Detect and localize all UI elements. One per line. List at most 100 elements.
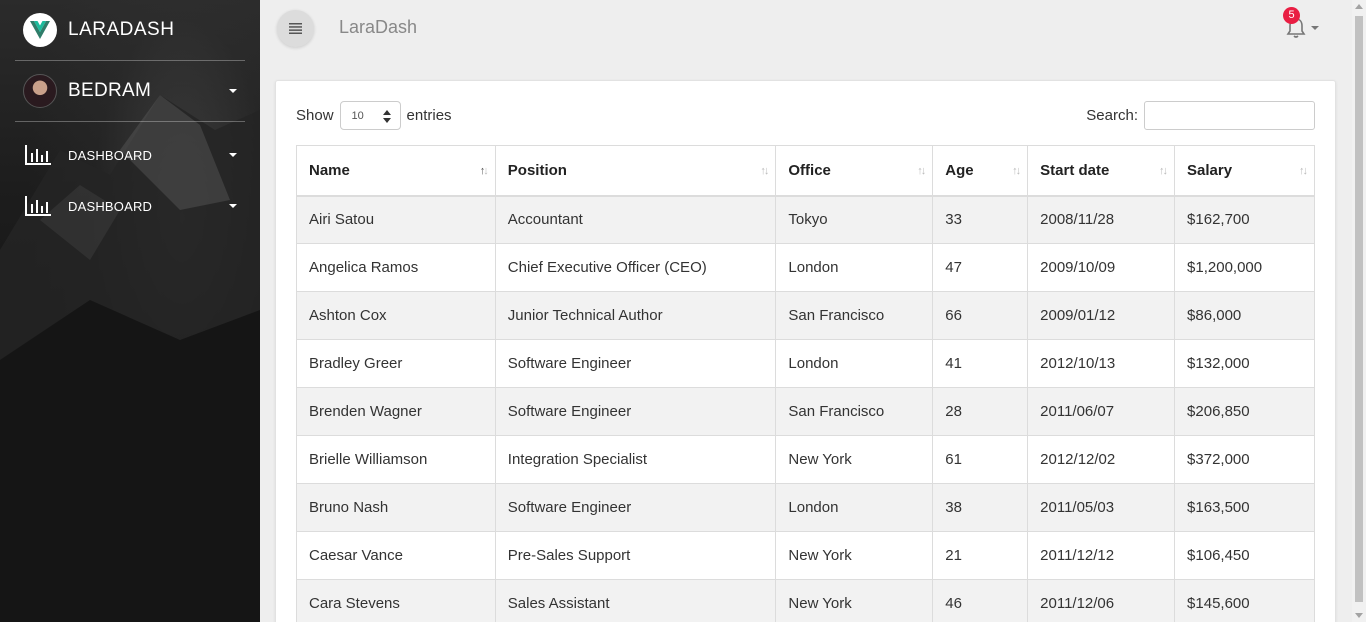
page-title: LaraDash bbox=[339, 17, 418, 37]
cell-position: Integration Specialist bbox=[494, 435, 777, 484]
cell-start-date: 2011/05/03 bbox=[1027, 483, 1176, 532]
cell-name: Brenden Wagner bbox=[296, 387, 496, 436]
caret-down-icon bbox=[229, 153, 237, 157]
cell-start-date: 2011/06/07 bbox=[1027, 387, 1176, 436]
sort-icon: ↑↓ bbox=[917, 165, 926, 177]
brand[interactable]: LARADASH bbox=[15, 0, 245, 61]
sort-icon: ↑↓ bbox=[479, 165, 489, 177]
table-row[interactable]: Cara Stevens Sales Assistant New York 46… bbox=[296, 579, 1315, 622]
cell-position: Chief Executive Officer (CEO) bbox=[494, 243, 777, 292]
cell-salary: $206,850 bbox=[1174, 387, 1315, 436]
table-body: Airi Satou Accountant Tokyo 33 2008/11/2… bbox=[296, 195, 1315, 622]
cell-salary: $132,000 bbox=[1174, 339, 1315, 388]
table-row[interactable]: Airi Satou Accountant Tokyo 33 2008/11/2… bbox=[296, 195, 1315, 244]
brand-name: LARADASH bbox=[68, 19, 175, 40]
entries-length-control: Show 10 entries bbox=[296, 101, 452, 130]
scroll-up-arrow-icon[interactable] bbox=[1355, 4, 1363, 9]
cell-age: 28 bbox=[932, 387, 1029, 436]
cell-office: New York bbox=[775, 531, 934, 580]
cell-salary: $1,200,000 bbox=[1174, 243, 1315, 292]
sidebar-item-label: DASHBOARD bbox=[68, 198, 153, 214]
cell-position: Software Engineer bbox=[494, 339, 777, 388]
cell-salary: $106,450 bbox=[1174, 531, 1315, 580]
table-row[interactable]: Brielle Williamson Integration Specialis… bbox=[296, 435, 1315, 484]
cell-start-date: 2008/11/28 bbox=[1027, 195, 1176, 244]
cell-start-date: 2011/12/12 bbox=[1027, 531, 1176, 580]
cell-position: Software Engineer bbox=[494, 483, 777, 532]
cell-position: Software Engineer bbox=[494, 387, 777, 436]
search-input[interactable] bbox=[1144, 101, 1315, 130]
data-table: Name ↑↓ Position ↑↓ Office ↑↓ Age ↑↓ Sta… bbox=[296, 145, 1315, 622]
bar-chart-icon bbox=[25, 145, 51, 165]
caret-down-icon bbox=[229, 204, 237, 208]
cell-name: Brielle Williamson bbox=[296, 435, 496, 484]
table-row[interactable]: Bruno Nash Software Engineer London 38 2… bbox=[296, 483, 1315, 532]
cell-name: Airi Satou bbox=[296, 195, 496, 244]
column-header-position[interactable]: Position ↑↓ bbox=[494, 145, 777, 197]
cell-name: Bradley Greer bbox=[296, 339, 496, 388]
cell-age: 46 bbox=[932, 579, 1029, 622]
cell-office: San Francisco bbox=[775, 387, 934, 436]
cell-office: London bbox=[775, 339, 934, 388]
page-scrollbar[interactable] bbox=[1352, 0, 1366, 622]
column-header-name[interactable]: Name ↑↓ bbox=[296, 145, 496, 197]
column-header-salary[interactable]: Salary ↑↓ bbox=[1174, 145, 1315, 197]
scroll-down-arrow-icon[interactable] bbox=[1355, 613, 1363, 618]
table-row[interactable]: Angelica Ramos Chief Executive Officer (… bbox=[296, 243, 1315, 292]
sidebar-item-label: DASHBOARD bbox=[68, 147, 153, 163]
sort-icon: ↑↓ bbox=[760, 165, 769, 177]
cell-start-date: 2009/01/12 bbox=[1027, 291, 1176, 340]
cell-age: 33 bbox=[932, 195, 1029, 244]
scrollbar-thumb[interactable] bbox=[1355, 16, 1363, 602]
user-menu[interactable]: BEDRAM bbox=[15, 61, 245, 122]
avatar bbox=[23, 74, 57, 108]
cell-office: New York bbox=[775, 579, 934, 622]
table-row[interactable]: Ashton Cox Junior Technical Author San F… bbox=[296, 291, 1315, 340]
cell-start-date: 2011/12/06 bbox=[1027, 579, 1176, 622]
sort-select-icon bbox=[382, 110, 391, 123]
cell-name: Cara Stevens bbox=[296, 579, 496, 622]
cell-age: 66 bbox=[932, 291, 1029, 340]
sort-icon: ↑↓ bbox=[1299, 165, 1308, 177]
cell-age: 61 bbox=[932, 435, 1029, 484]
table-row[interactable]: Bradley Greer Software Engineer London 4… bbox=[296, 339, 1315, 388]
table-header-row: Name ↑↓ Position ↑↓ Office ↑↓ Age ↑↓ Sta… bbox=[296, 145, 1315, 197]
list-icon bbox=[289, 23, 302, 34]
cell-age: 41 bbox=[932, 339, 1029, 388]
cell-age: 47 bbox=[932, 243, 1029, 292]
cell-age: 38 bbox=[932, 483, 1029, 532]
cell-name: Ashton Cox bbox=[296, 291, 496, 340]
column-header-office[interactable]: Office ↑↓ bbox=[775, 145, 934, 197]
column-header-start-date[interactable]: Start date ↑↓ bbox=[1027, 145, 1176, 197]
cell-office: London bbox=[775, 243, 934, 292]
sidebar-item-dashboard[interactable]: DASHBOARD bbox=[15, 135, 245, 175]
cell-salary: $162,700 bbox=[1174, 195, 1315, 244]
cell-salary: $145,600 bbox=[1174, 579, 1315, 622]
cell-position: Pre-Sales Support bbox=[494, 531, 777, 580]
cell-salary: $372,000 bbox=[1174, 435, 1315, 484]
entries-select[interactable]: 10 bbox=[339, 101, 401, 130]
entries-label: entries bbox=[406, 107, 452, 124]
search-control: Search: bbox=[1086, 101, 1315, 130]
cell-start-date: 2009/10/09 bbox=[1027, 243, 1176, 292]
topbar: LaraDash 5 bbox=[260, 0, 1352, 56]
cell-position: Accountant bbox=[494, 195, 777, 244]
sort-icon: ↑↓ bbox=[1159, 165, 1168, 177]
cell-name: Caesar Vance bbox=[296, 531, 496, 580]
cell-age: 21 bbox=[932, 531, 1029, 580]
show-label: Show bbox=[296, 107, 334, 124]
sidebar: LARADASH BEDRAM DASHBOARD DASHBOARD bbox=[0, 0, 260, 622]
sort-icon: ↑↓ bbox=[1012, 165, 1021, 177]
notification-badge: 5 bbox=[1283, 7, 1300, 24]
menu-toggle-button[interactable] bbox=[277, 10, 314, 47]
vue-logo-icon bbox=[23, 13, 57, 47]
cell-salary: $163,500 bbox=[1174, 483, 1315, 532]
user-name: BEDRAM bbox=[68, 80, 152, 101]
cell-position: Sales Assistant bbox=[494, 579, 777, 622]
sidebar-item-dashboard-2[interactable]: DASHBOARD bbox=[15, 186, 245, 226]
column-header-age[interactable]: Age ↑↓ bbox=[932, 145, 1029, 197]
cell-name: Bruno Nash bbox=[296, 483, 496, 532]
table-row[interactable]: Brenden Wagner Software Engineer San Fra… bbox=[296, 387, 1315, 436]
table-row[interactable]: Caesar Vance Pre-Sales Support New York … bbox=[296, 531, 1315, 580]
datatable-card: Show 10 entries Search: Name ↑↓ Position… bbox=[275, 80, 1336, 622]
